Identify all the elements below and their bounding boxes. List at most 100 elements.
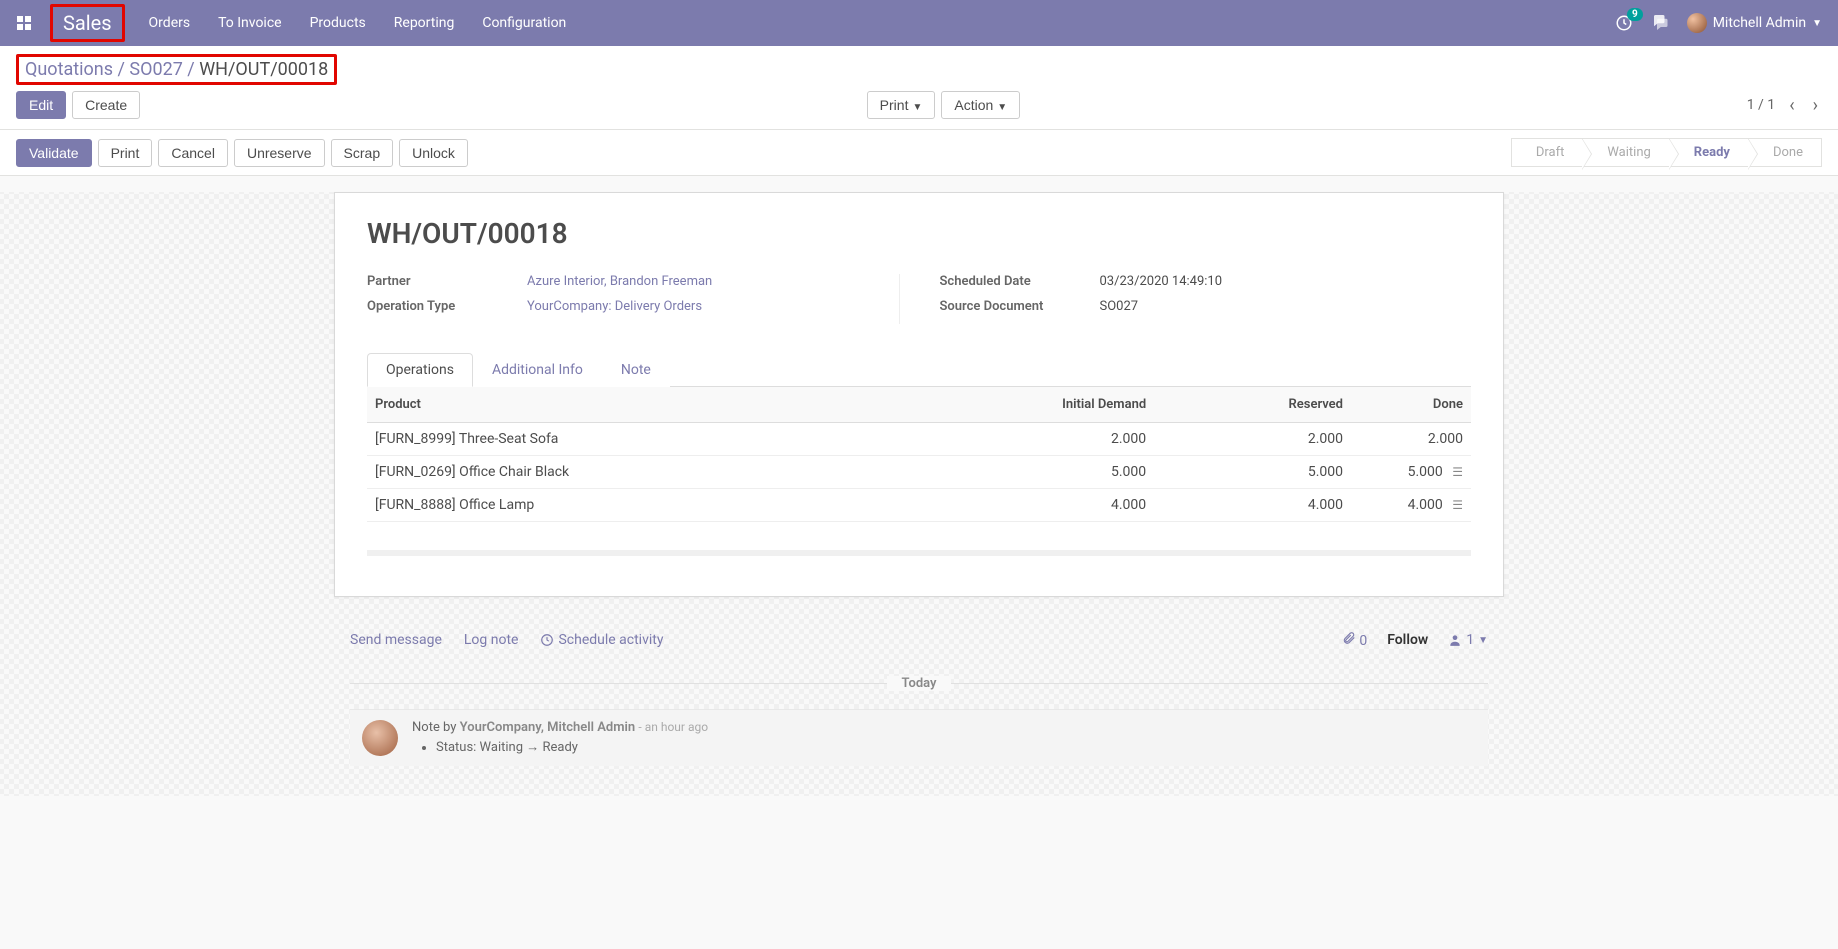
- send-message-button[interactable]: Send message: [350, 632, 442, 648]
- control-panel: Quotations / SO027 / WH/OUT/00018 Edit C…: [0, 46, 1838, 130]
- nav-configuration[interactable]: Configuration: [482, 15, 566, 31]
- scrap-button[interactable]: Scrap: [331, 139, 394, 167]
- breadcrumb-so027[interactable]: SO027: [129, 59, 182, 80]
- followers-button[interactable]: 1 ▼: [1448, 632, 1488, 648]
- form-right-col: Scheduled Date 03/23/2020 14:49:10 Sourc…: [940, 274, 1472, 324]
- nav-products[interactable]: Products: [310, 15, 366, 31]
- value-operation-type[interactable]: YourCompany: Delivery Orders: [527, 299, 702, 314]
- print-button[interactable]: Print: [98, 139, 153, 167]
- status-waiting[interactable]: Waiting: [1583, 138, 1669, 167]
- form-sheet: WH/OUT/00018 Partner Azure Interior, Bra…: [334, 192, 1504, 597]
- log-note-button[interactable]: Log note: [464, 632, 519, 648]
- clock-icon: [540, 633, 554, 647]
- value-source-document: SO027: [1100, 299, 1139, 314]
- chatter-date-divider: Today: [350, 675, 1488, 691]
- operations-table: Product Initial Demand Reserved Done [FU…: [367, 387, 1471, 522]
- nav-to-invoice[interactable]: To Invoice: [218, 15, 282, 31]
- arrow-right-icon: →: [526, 739, 539, 755]
- cell-initial: 5.000: [875, 456, 1154, 489]
- status-bar: Draft Waiting Ready Done: [1511, 138, 1822, 167]
- cell-done: 5.000 ☰: [1351, 456, 1471, 489]
- value-partner[interactable]: Azure Interior, Brandon Freeman: [527, 274, 712, 289]
- message-author[interactable]: YourCompany, Mitchell Admin: [460, 720, 636, 735]
- status-done[interactable]: Done: [1749, 138, 1822, 167]
- apps-icon[interactable]: [16, 15, 32, 31]
- cell-reserved: 2.000: [1154, 423, 1351, 456]
- cell-initial: 4.000: [875, 489, 1154, 522]
- discuss-icon[interactable]: [1651, 12, 1669, 34]
- navbar-right: 9 Mitchell Admin ▼: [1615, 12, 1822, 34]
- pager-prev-icon[interactable]: ‹: [1785, 95, 1798, 116]
- message-status-change: Status: Waiting → Ready: [436, 739, 708, 755]
- value-scheduled-date: 03/23/2020 14:49:10: [1100, 274, 1223, 289]
- unlock-button[interactable]: Unlock: [399, 139, 468, 167]
- detail-list-icon[interactable]: ☰: [1452, 465, 1463, 479]
- cell-done: 2.000: [1351, 423, 1471, 456]
- unreserve-button[interactable]: Unreserve: [234, 139, 325, 167]
- user-avatar-icon: [1687, 13, 1707, 33]
- message-prefix: Note by: [412, 720, 460, 735]
- nav-orders[interactable]: Orders: [149, 15, 191, 31]
- nav-reporting[interactable]: Reporting: [394, 15, 455, 31]
- action-dropdown[interactable]: Action▼: [941, 91, 1020, 119]
- attachments-button[interactable]: 0: [1342, 631, 1367, 649]
- user-menu[interactable]: Mitchell Admin ▼: [1687, 13, 1822, 33]
- status-draft[interactable]: Draft: [1511, 138, 1584, 167]
- table-row[interactable]: [FURN_8888] Office Lamp4.0004.0004.000 ☰: [367, 489, 1471, 522]
- chatter-message: Note by YourCompany, Mitchell Admin - an…: [350, 709, 1488, 766]
- table-row[interactable]: [FURN_0269] Office Chair Black5.0005.000…: [367, 456, 1471, 489]
- tab-additional-info[interactable]: Additional Info: [473, 353, 602, 387]
- col-done[interactable]: Done: [1351, 387, 1471, 423]
- detail-list-icon[interactable]: ☰: [1452, 498, 1463, 512]
- edit-button[interactable]: Edit: [16, 91, 66, 119]
- cell-initial: 2.000: [875, 423, 1154, 456]
- cell-product: [FURN_0269] Office Chair Black: [367, 456, 875, 489]
- message-time: - an hour ago: [638, 720, 708, 734]
- pager-text: 1 / 1: [1747, 97, 1775, 113]
- cell-done: 4.000 ☰: [1351, 489, 1471, 522]
- form-left-col: Partner Azure Interior, Brandon Freeman …: [367, 274, 900, 324]
- caret-down-icon: ▼: [912, 102, 922, 113]
- tab-operations[interactable]: Operations: [367, 353, 473, 387]
- caret-down-icon: ▼: [1812, 18, 1822, 29]
- label-operation-type: Operation Type: [367, 299, 527, 314]
- tab-note[interactable]: Note: [602, 353, 670, 387]
- status-ready[interactable]: Ready: [1670, 138, 1749, 167]
- navbar: Sales Orders To Invoice Products Reporti…: [0, 0, 1838, 46]
- caret-down-icon: ▼: [1478, 635, 1488, 646]
- activity-badge: 9: [1627, 8, 1643, 21]
- message-avatar-icon: [362, 720, 398, 756]
- label-scheduled-date: Scheduled Date: [940, 274, 1100, 289]
- cell-product: [FURN_8888] Office Lamp: [367, 489, 875, 522]
- cell-reserved: 4.000: [1154, 489, 1351, 522]
- col-initial-demand[interactable]: Initial Demand: [875, 387, 1154, 423]
- label-source-document: Source Document: [940, 299, 1100, 314]
- pager-next-icon[interactable]: ›: [1809, 95, 1822, 116]
- validate-button[interactable]: Validate: [16, 139, 92, 167]
- content-area: WH/OUT/00018 Partner Azure Interior, Bra…: [0, 192, 1838, 796]
- breadcrumb-current: WH/OUT/00018: [199, 59, 328, 80]
- schedule-activity-button[interactable]: Schedule activity: [540, 632, 663, 648]
- app-brand[interactable]: Sales: [50, 4, 125, 42]
- caret-down-icon: ▼: [997, 102, 1007, 113]
- chatter: Send message Log note Schedule activity …: [334, 621, 1504, 766]
- follow-button[interactable]: Follow: [1387, 632, 1428, 648]
- breadcrumb-quotations[interactable]: Quotations: [25, 59, 113, 80]
- person-icon: [1448, 633, 1462, 647]
- cell-product: [FURN_8999] Three-Seat Sofa: [367, 423, 875, 456]
- cell-reserved: 5.000: [1154, 456, 1351, 489]
- label-partner: Partner: [367, 274, 527, 289]
- table-row[interactable]: [FURN_8999] Three-Seat Sofa2.0002.0002.0…: [367, 423, 1471, 456]
- cancel-button[interactable]: Cancel: [158, 139, 228, 167]
- table-footer-line: [367, 550, 1471, 556]
- print-dropdown[interactable]: Print▼: [867, 91, 936, 119]
- paperclip-icon: [1342, 631, 1356, 645]
- breadcrumb: Quotations / SO027 / WH/OUT/00018: [16, 54, 337, 85]
- activity-icon[interactable]: 9: [1615, 14, 1633, 32]
- tabs: Operations Additional Info Note: [367, 352, 1471, 387]
- create-button[interactable]: Create: [72, 91, 140, 119]
- col-reserved[interactable]: Reserved: [1154, 387, 1351, 423]
- action-bar: Validate Print Cancel Unreserve Scrap Un…: [0, 130, 1838, 176]
- col-product[interactable]: Product: [367, 387, 875, 423]
- record-title: WH/OUT/00018: [367, 217, 1471, 250]
